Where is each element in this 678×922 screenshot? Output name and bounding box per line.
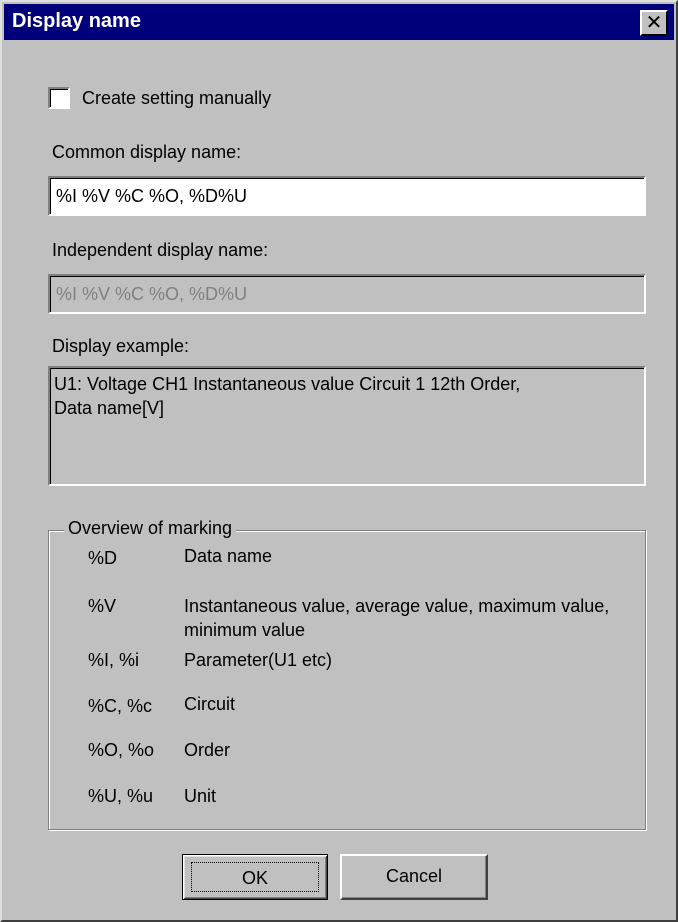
overview-of-marking-title: Overview of marking [64, 518, 237, 539]
marking-description: Data name [184, 546, 273, 566]
marking-description: Instantaneous value, average value, maxi… [184, 596, 610, 640]
marking-code: %V [88, 596, 117, 616]
independent-display-name-input: %I %V %C %O, %D%U [48, 274, 646, 314]
independent-display-name-label: Independent display name: [52, 240, 269, 260]
marking-code: %I, %i [88, 650, 140, 670]
marking-code: %U, %u [88, 786, 154, 806]
display-example-label: Display example: [52, 336, 190, 356]
create-manually-label[interactable]: Create setting manually [82, 88, 271, 109]
display-example-line-1: U1: Voltage CH1 Instantaneous value Circ… [54, 374, 521, 394]
display-example-box: U1: Voltage CH1 Instantaneous value Circ… [48, 366, 646, 486]
close-icon: ✕ [645, 10, 663, 34]
create-manually-checkbox[interactable] [48, 87, 70, 109]
marking-description: Parameter(U1 etc) [184, 650, 333, 670]
cancel-button[interactable]: Cancel [340, 854, 488, 900]
common-display-name-input[interactable]: %I %V %C %O, %D%U [48, 176, 646, 216]
marking-description: Order [184, 740, 231, 760]
marking-description: Circuit [184, 694, 236, 714]
ok-button-label: OK [191, 862, 319, 892]
marking-code: %O, %o [88, 740, 155, 760]
marking-code: %D [88, 548, 118, 568]
marking-code: %C, %c [88, 696, 153, 716]
ok-button[interactable]: OK [182, 854, 328, 900]
close-button[interactable]: ✕ [640, 10, 668, 36]
dialog-title: Display name [12, 10, 141, 32]
marking-description: Unit [184, 786, 217, 806]
display-example-line-2: Data name[V] [54, 398, 165, 418]
title-bar[interactable]: Display name ✕ [4, 4, 674, 40]
common-display-name-label: Common display name: [52, 142, 242, 162]
